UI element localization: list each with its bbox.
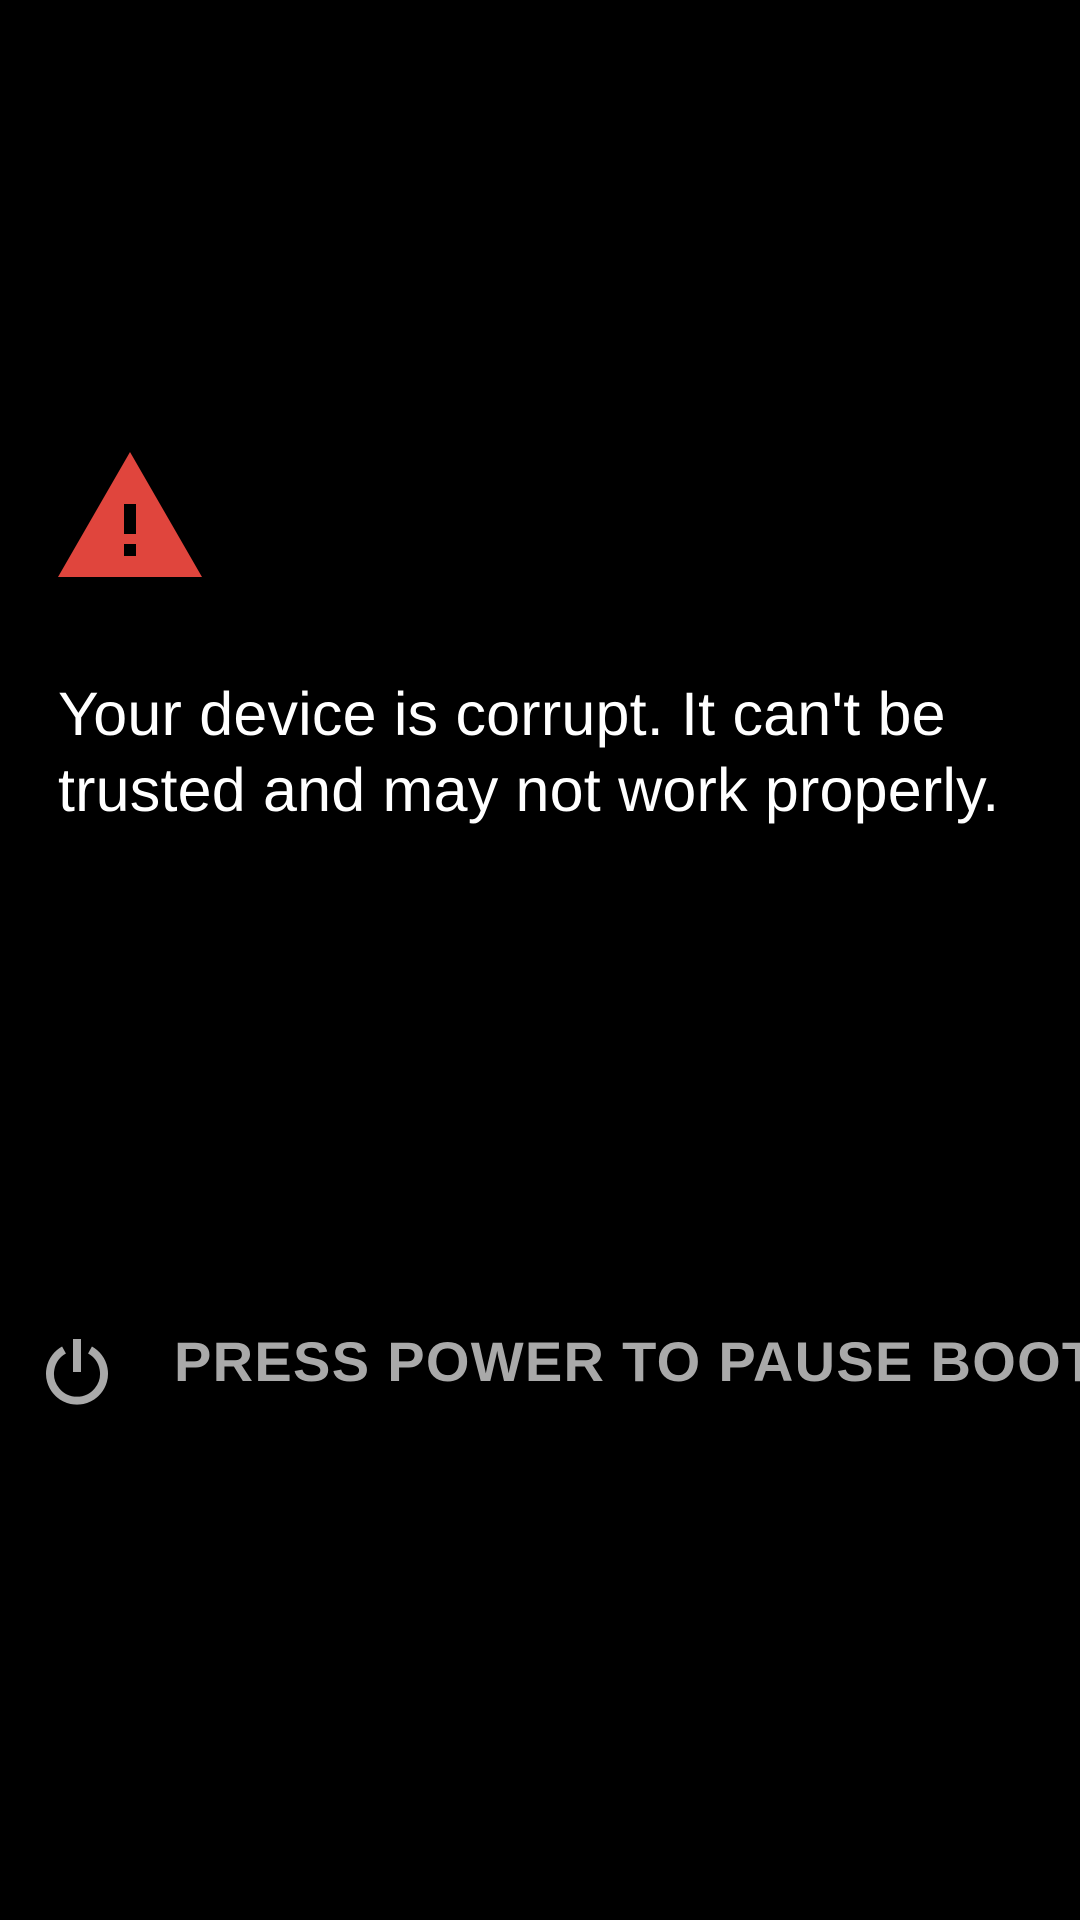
boot-warning-screen: Your device is corrupt. It can't be trus… (0, 0, 1080, 1920)
pause-boot-option[interactable]: PRESS POWER TO PAUSE BOOT (44, 1330, 1080, 1410)
pause-boot-label: PRESS POWER TO PAUSE BOOT (174, 1330, 1080, 1393)
power-icon (44, 1335, 110, 1407)
device-corrupt-message: Your device is corrupt. It can't be trus… (58, 680, 1000, 824)
warning-icon (58, 452, 202, 577)
